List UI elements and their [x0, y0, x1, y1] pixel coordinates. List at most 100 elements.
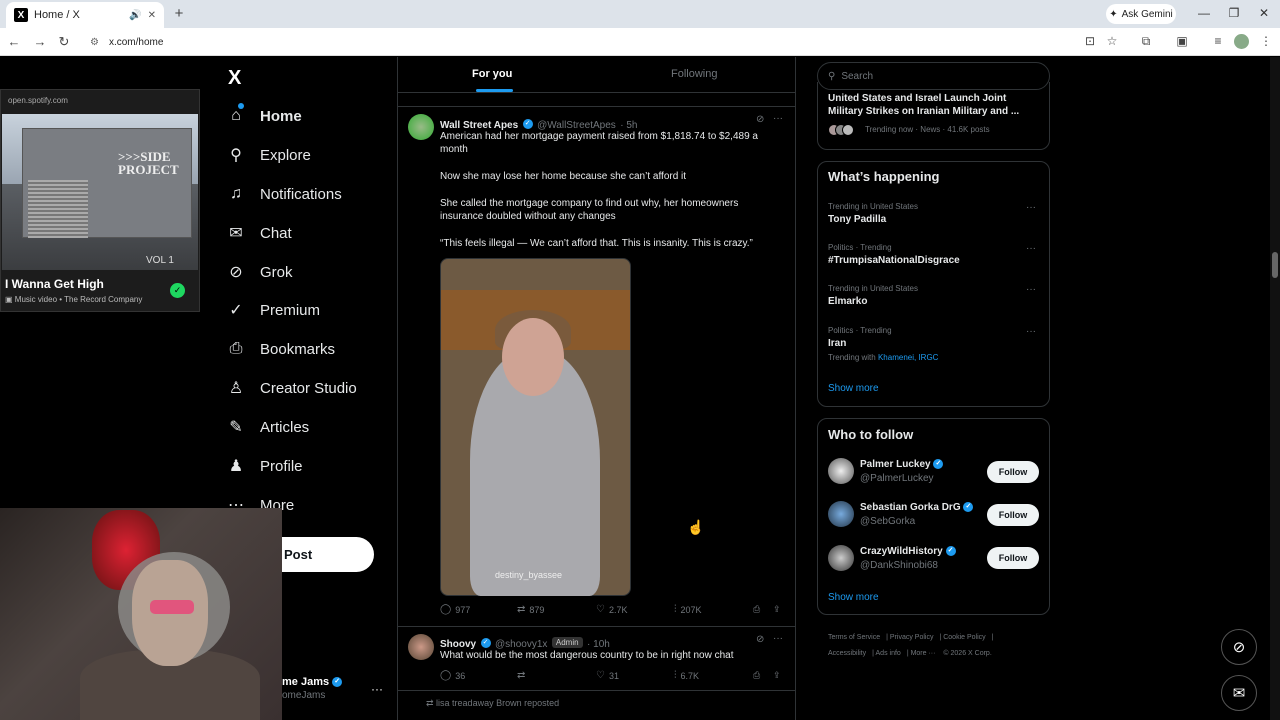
footer-link[interactable]: Privacy Policy	[890, 634, 934, 641]
footer-link[interactable]: More ···	[911, 650, 936, 657]
account-more-icon[interactable]: ···	[371, 682, 383, 696]
avatar[interactable]	[408, 114, 434, 140]
close-window-icon[interactable]: ✕	[1256, 6, 1272, 20]
avatar[interactable]	[828, 501, 854, 527]
views-button[interactable]: ⫶ 6.7K	[674, 670, 699, 681]
forward-icon[interactable]: →	[32, 34, 48, 49]
chrome-profile-avatar[interactable]	[1234, 34, 1249, 49]
reply-button[interactable]: ◯ 36	[440, 670, 465, 681]
repost-button[interactable]: ⇄ 879	[517, 604, 544, 615]
avatar[interactable]	[828, 545, 854, 571]
trend-name[interactable]: Elmarko	[828, 296, 867, 307]
search-icon: ⚲	[828, 70, 836, 82]
sidepanel-icon[interactable]: ▣	[1174, 34, 1190, 48]
follow-button[interactable]: Follow	[987, 504, 1039, 526]
tab-for-you[interactable]: For you	[472, 68, 512, 80]
messages-fab-icon[interactable]: ✉	[1221, 675, 1257, 711]
extensions-icon[interactable]: ⧉	[1138, 34, 1154, 49]
show-more-link[interactable]: Show more	[828, 383, 879, 394]
nav-creator-studio[interactable]: ♙ Creator Studio	[226, 373, 357, 403]
reply-icon: ◯	[440, 604, 452, 615]
speaker-icon[interactable]: 🔊	[129, 10, 141, 21]
footer-link[interactable]: Ads info	[876, 650, 901, 657]
nav-bookmarks[interactable]: ⎙ Bookmarks	[226, 334, 335, 364]
trend-more-icon[interactable]: ···	[1026, 326, 1036, 337]
follow-name[interactable]: Palmer Luckey ✓	[860, 459, 944, 470]
tweet-more-icon[interactable]: ···	[773, 113, 783, 124]
show-more-link[interactable]: Show more	[828, 592, 879, 603]
nav-notifications[interactable]: ♫ Notifications	[226, 179, 342, 209]
avatar[interactable]	[828, 458, 854, 484]
share-icon[interactable]: ⇪	[773, 670, 781, 681]
bookmark-icon[interactable]: ⎙	[753, 604, 760, 615]
bookmark-icon[interactable]: ⎙	[753, 670, 760, 681]
mail-icon: ✉	[229, 225, 243, 242]
back-icon[interactable]: ←	[6, 34, 22, 49]
trend-name[interactable]: Iran	[828, 338, 846, 349]
footer-link[interactable]: Terms of Service	[828, 634, 880, 641]
saved-check-icon[interactable]: ✓	[170, 283, 185, 298]
url-field[interactable]: ⚙ x.com/home	[82, 32, 1134, 52]
trend-name[interactable]: #TrumpisaNationalDisgrace	[828, 255, 960, 266]
trend-more-icon[interactable]: ···	[1026, 284, 1036, 295]
chrome-menu-icon[interactable]: ⋮	[1258, 34, 1274, 48]
nav-label: Creator Studio	[260, 379, 357, 397]
bookmark-star-icon[interactable]: ☆	[1104, 34, 1120, 48]
nav-premium[interactable]: ✓ Premium	[226, 295, 320, 325]
follow-name[interactable]: Sebastian Gorka DrG ✓	[860, 502, 974, 513]
repost-button[interactable]: ⇄	[517, 670, 525, 681]
like-button[interactable]: ♡ 31	[596, 670, 619, 681]
nav-chat[interactable]: ✉ Chat	[226, 218, 291, 248]
verified-badge-icon: ✓	[480, 637, 491, 648]
home-icon: ⌂	[231, 107, 241, 124]
trend-more-icon[interactable]: ···	[1026, 243, 1036, 254]
like-button[interactable]: ♡ 2.7K	[596, 604, 627, 615]
nav-articles[interactable]: ✎ Articles	[226, 412, 309, 442]
ask-gemini-button[interactable]: ✦ Ask Gemini	[1106, 4, 1176, 24]
restore-icon[interactable]: ❐	[1226, 6, 1242, 20]
grok-icon[interactable]: ⊘	[756, 114, 764, 125]
browser-tab[interactable]: X Home / X 🔊 ✕	[6, 2, 164, 28]
nav-home[interactable]: ⌂ Home	[226, 101, 302, 131]
repost-icon: ⇄	[426, 698, 437, 708]
tweet-more-icon[interactable]: ···	[773, 633, 783, 644]
footer-link[interactable]: Cookie Policy	[943, 634, 985, 641]
media-icon[interactable]: ≡	[1210, 34, 1226, 48]
url-text: x.com/home	[108, 36, 164, 48]
account-name[interactable]: me Jams ✓	[282, 676, 343, 688]
scrollbar-thumb[interactable]	[1272, 252, 1278, 278]
trend-name[interactable]: Tony Padilla	[828, 214, 886, 225]
post-button[interactable]: Post	[280, 537, 374, 572]
trend-context: Politics · Trending	[828, 243, 892, 252]
new-tab-button[interactable]: +	[170, 5, 188, 23]
tweet-text: Now she may lose her home because she ca…	[440, 171, 687, 182]
nav-explore[interactable]: ⚲ Explore	[226, 140, 311, 170]
follow-button[interactable]: Follow	[987, 461, 1039, 483]
reply-count: 36	[455, 670, 466, 681]
grok-fab-icon[interactable]: ⊘	[1221, 629, 1257, 665]
minimize-icon[interactable]: —	[1196, 6, 1212, 20]
tab-following[interactable]: Following	[671, 68, 717, 80]
reload-icon[interactable]: ↻	[56, 34, 72, 50]
search-placeholder: Search	[841, 70, 874, 82]
nav-grok[interactable]: ⊘ Grok	[226, 257, 292, 287]
reply-button[interactable]: ◯ 977	[440, 604, 470, 615]
share-icon[interactable]: ⇪	[773, 604, 781, 615]
install-icon[interactable]: ⊡	[1082, 34, 1098, 48]
x-logo[interactable]: X	[228, 67, 241, 90]
follow-name[interactable]: CrazyWildHistory ✓	[860, 546, 956, 557]
repost-icon: ⇄	[517, 604, 526, 615]
trend-related-links[interactable]: Khamenei, IRGC	[878, 353, 938, 362]
views-button[interactable]: ⫶ 207K	[674, 604, 702, 615]
scrollbar[interactable]	[1270, 57, 1280, 720]
nav-profile[interactable]: ♟ Profile	[226, 451, 303, 481]
footer-link[interactable]: Accessibility	[828, 650, 866, 657]
site-info-icon[interactable]: ⚙	[90, 37, 99, 48]
follow-button[interactable]: Follow	[987, 547, 1039, 569]
grok-icon[interactable]: ⊘	[756, 634, 764, 645]
avatar[interactable]	[408, 634, 434, 660]
trend-more-icon[interactable]: ···	[1026, 202, 1036, 213]
like-count: 31	[608, 670, 619, 681]
news-title[interactable]: United States and Israel Launch Joint Mi…	[828, 92, 1038, 118]
close-tab-icon[interactable]: ✕	[148, 10, 156, 21]
